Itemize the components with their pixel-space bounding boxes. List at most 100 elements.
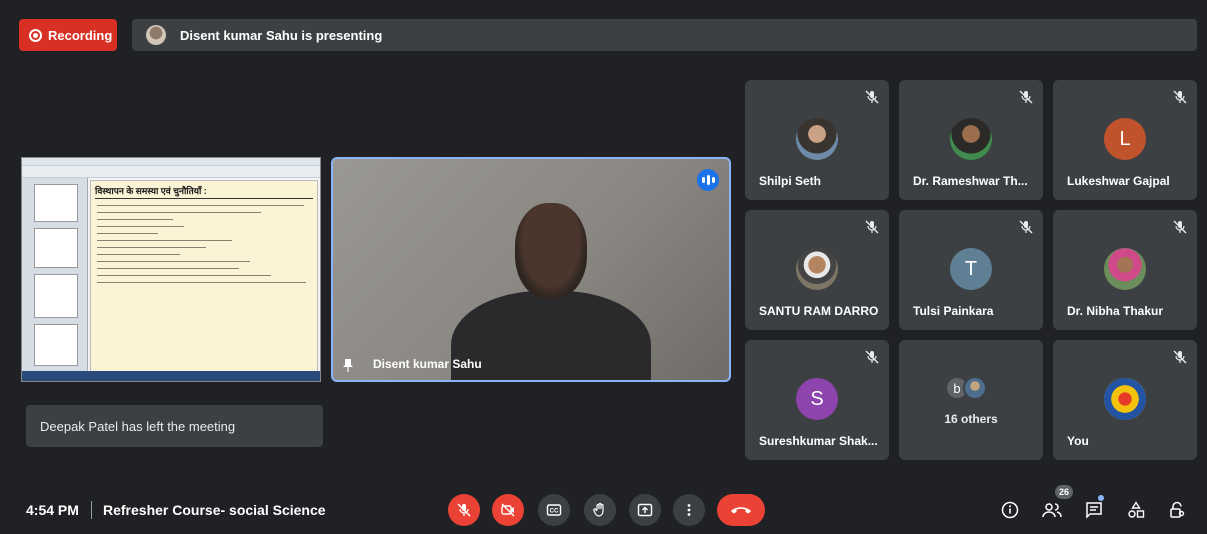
- camera-off-icon: [501, 503, 515, 517]
- people-icon: [1042, 503, 1062, 518]
- mic-off-icon: [1019, 90, 1033, 104]
- participant-avatar: [950, 118, 992, 160]
- notification-toast: Deepak Patel has left the meeting: [26, 405, 323, 447]
- mic-off-icon: [1173, 220, 1187, 234]
- text-line: [97, 219, 174, 220]
- mic-off-icon: [865, 90, 879, 104]
- participant-avatar: [796, 248, 838, 290]
- raise-hand-icon: [593, 502, 604, 517]
- more-vert-icon: [687, 504, 691, 516]
- text-line: [97, 268, 239, 269]
- text-line: [97, 282, 307, 283]
- chat-button[interactable]: [1080, 496, 1108, 524]
- participant-tile[interactable]: SANTU RAM DARRO: [745, 210, 889, 330]
- shared-screen-toolbar: [22, 166, 320, 178]
- present-screen-button[interactable]: [629, 494, 661, 526]
- others-tile[interactable]: b 16 others: [899, 340, 1043, 460]
- participant-name: Dr. Nibha Thakur: [1067, 304, 1164, 318]
- participant-name: You: [1067, 434, 1089, 448]
- participant-tile[interactable]: Shilpi Seth: [745, 80, 889, 200]
- speaking-indicator-icon: [697, 169, 719, 191]
- page-thumbnail: [34, 228, 78, 268]
- mic-off-icon: [457, 503, 471, 517]
- people-button[interactable]: [1038, 496, 1066, 524]
- mic-off-icon: [865, 350, 879, 364]
- shared-screen-menubar: [22, 158, 320, 166]
- participant-name: Dr. Rameshwar Th...: [913, 174, 1028, 188]
- mic-toggle-button[interactable]: [448, 494, 480, 526]
- mic-off-icon: [1173, 350, 1187, 364]
- participant-tile[interactable]: S Sureshkumar Shak...: [745, 340, 889, 460]
- page-thumbnail: [34, 274, 78, 318]
- shared-screen[interactable]: विस्थापन के समस्या एवं चुनौतियाँ :: [21, 157, 321, 382]
- toast-message: Deepak Patel has left the meeting: [40, 418, 236, 434]
- page-thumbnail: [34, 184, 78, 222]
- mic-off-icon: [865, 220, 879, 234]
- chat-icon: [1086, 502, 1102, 519]
- svg-text:CC: CC: [550, 509, 559, 515]
- participant-avatar: S: [796, 378, 838, 420]
- others-avatar-photo: [963, 376, 987, 400]
- pin-icon: [343, 359, 353, 372]
- text-line: [97, 254, 180, 255]
- presenter-video-tile[interactable]: Disent kumar Sahu: [331, 157, 731, 382]
- activities-icon: [1128, 501, 1145, 518]
- participant-tile[interactable]: Dr. Rameshwar Th...: [899, 80, 1043, 200]
- presenter-video-head: [515, 203, 587, 299]
- hang-up-icon: [731, 507, 751, 514]
- captions-icon: CC: [546, 504, 562, 516]
- participant-avatar: [1104, 248, 1146, 290]
- others-count-label: 16 others: [944, 412, 998, 426]
- presenter-avatar: [146, 25, 166, 45]
- text-line: [97, 261, 250, 262]
- participant-tile[interactable]: T Tulsi Painkara: [899, 210, 1043, 330]
- present-screen-icon: [637, 503, 653, 517]
- captions-button[interactable]: CC: [538, 494, 570, 526]
- more-options-button[interactable]: [673, 494, 705, 526]
- raise-hand-button[interactable]: [584, 494, 616, 526]
- meeting-details-button[interactable]: [996, 496, 1024, 524]
- presenter-name: Disent kumar Sahu: [373, 357, 482, 371]
- self-tile[interactable]: You: [1053, 340, 1197, 460]
- text-line: [97, 212, 261, 213]
- shared-screen-taskbar: [22, 371, 320, 381]
- text-line: [97, 226, 185, 227]
- participant-avatar: [796, 118, 838, 160]
- host-controls-button[interactable]: [1163, 496, 1191, 524]
- participant-tile[interactable]: Dr. Nibha Thakur: [1053, 210, 1197, 330]
- mic-off-icon: [1019, 220, 1033, 234]
- participant-name: Shilpi Seth: [759, 174, 822, 188]
- divider: [91, 501, 92, 519]
- text-line: [97, 233, 159, 234]
- text-line: [97, 205, 305, 206]
- activities-button[interactable]: [1122, 496, 1150, 524]
- presenting-text: Disent kumar Sahu is presenting: [180, 27, 383, 43]
- participant-tile[interactable]: L Lukeshwar Gajpal: [1053, 80, 1197, 200]
- meeting-title: Refresher Course- social Science: [103, 502, 326, 518]
- text-line: [97, 247, 206, 248]
- participant-avatar: L: [1104, 118, 1146, 160]
- participant-name: Sureshkumar Shak...: [759, 434, 878, 448]
- presenting-banner: Disent kumar Sahu is presenting: [132, 19, 1197, 51]
- participant-avatar: T: [950, 248, 992, 290]
- text-line: [97, 240, 233, 241]
- mic-off-icon: [1173, 90, 1187, 104]
- recording-button[interactable]: Recording: [19, 19, 117, 51]
- meeting-time: 4:54 PM: [26, 502, 79, 518]
- recording-icon: [29, 28, 42, 42]
- participant-name: Tulsi Painkara: [913, 304, 994, 318]
- recording-label: Recording: [48, 27, 113, 43]
- page-thumbnails-panel: [22, 178, 88, 373]
- participant-name: Lukeshwar Gajpal: [1067, 174, 1170, 188]
- document-heading: विस्थापन के समस्या एवं चुनौतियाँ :: [95, 184, 313, 199]
- leave-call-button[interactable]: [717, 494, 765, 526]
- camera-toggle-button[interactable]: [492, 494, 524, 526]
- lock-person-icon: [1170, 501, 1185, 518]
- others-avatars: b: [945, 376, 987, 400]
- self-avatar-logo: [1104, 378, 1146, 420]
- page-thumbnail: [34, 324, 78, 366]
- info-icon: [1001, 501, 1019, 519]
- participant-name: SANTU RAM DARRO: [759, 304, 879, 318]
- chat-unread-dot: [1098, 495, 1104, 501]
- text-line: [97, 275, 272, 276]
